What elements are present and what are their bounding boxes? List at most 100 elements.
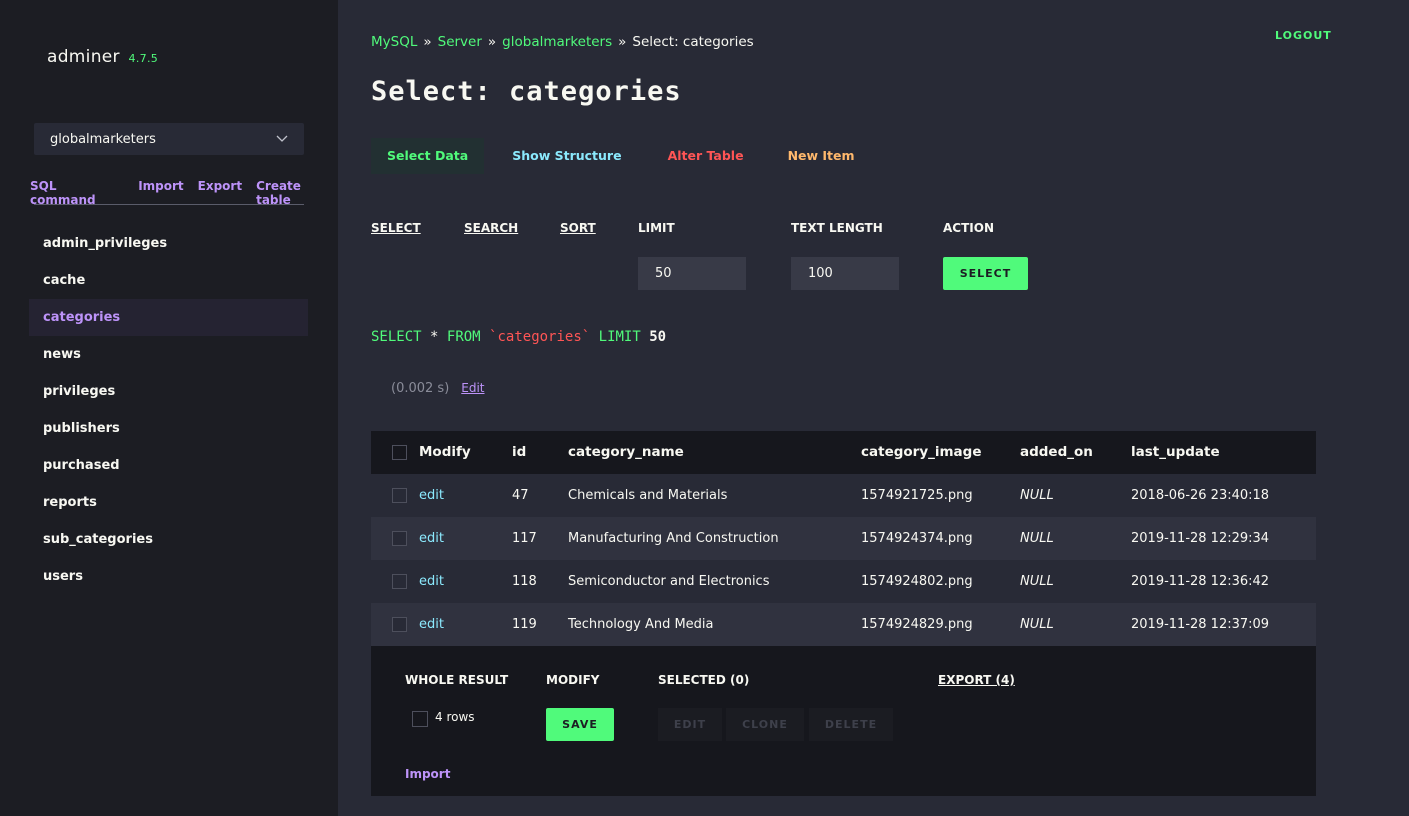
table-item-categories[interactable]: categories — [29, 299, 308, 336]
row-checkbox[interactable] — [392, 488, 407, 503]
limit-input[interactable]: 50 — [638, 257, 746, 290]
sql-keyword: LIMIT — [598, 329, 641, 345]
edit-selected-button[interactable]: EDIT — [658, 708, 722, 741]
row-edit-link[interactable]: edit — [419, 560, 444, 603]
clone-selected-button[interactable]: CLONE — [726, 708, 804, 741]
cell-added-on: NULL — [1020, 531, 1054, 546]
sort-toggle[interactable]: SORT — [560, 221, 596, 235]
create-table-link[interactable]: Create table — [256, 179, 338, 207]
row-count-label[interactable]: 4 rows — [435, 710, 475, 724]
table-item-users[interactable]: users — [29, 558, 308, 595]
breadcrumb-current: Select: categories — [632, 34, 754, 50]
save-button[interactable]: SAVE — [546, 708, 614, 741]
breadcrumb-database[interactable]: globalmarketers — [502, 34, 612, 50]
breadcrumb-separator: » — [487, 34, 497, 50]
sql-keyword: FROM — [446, 329, 481, 345]
row-edit-link[interactable]: edit — [419, 474, 444, 517]
app-brand[interactable]: adminer 4.7.5 — [47, 47, 158, 67]
modify-label: MODIFY — [546, 673, 600, 687]
cell-added-on: NULL — [1020, 574, 1054, 589]
tab-show-structure[interactable]: Show Structure — [496, 138, 637, 174]
cell-category-image: 1574921725.png — [861, 488, 973, 503]
table-row: edit 119 Technology And Media 1574924829… — [371, 603, 1316, 646]
column-header-last-update[interactable]: last_update — [1131, 431, 1220, 474]
table-row: edit 118 Semiconductor and Electronics 1… — [371, 560, 1316, 603]
row-checkbox[interactable] — [392, 574, 407, 589]
table-item-admin-privileges[interactable]: admin_privileges — [29, 225, 308, 262]
import-link[interactable]: Import — [138, 179, 183, 207]
breadcrumb-driver[interactable]: MySQL — [371, 34, 417, 50]
sql-limit: 50 — [649, 329, 667, 345]
sql-star: * — [430, 329, 439, 345]
cell-category-image: 1574924802.png — [861, 574, 973, 589]
table-item-sub-categories[interactable]: sub_categories — [29, 521, 308, 558]
sql-query: SELECT * FROM `categories` LIMIT 50 — [371, 329, 666, 345]
breadcrumb-server[interactable]: Server — [438, 34, 482, 50]
table-list: admin_privileges cache categories news p… — [29, 225, 308, 595]
search-toggle[interactable]: SEARCH — [464, 221, 518, 235]
select-button[interactable]: SELECT — [943, 257, 1028, 290]
cell-category-name: Semiconductor and Electronics — [568, 574, 770, 589]
column-header-modify: Modify — [419, 444, 471, 460]
column-header-category-image[interactable]: category_image — [861, 431, 982, 474]
action-tabs: Select Data Show Structure Alter Table N… — [371, 138, 871, 174]
cell-last-update: 2019-11-28 12:37:09 — [1131, 617, 1270, 632]
cell-category-name: Chemicals and Materials — [568, 488, 728, 503]
tab-new-item[interactable]: New Item — [772, 138, 871, 174]
select-all-checkbox[interactable] — [392, 445, 407, 460]
column-header-added-on[interactable]: added_on — [1020, 431, 1093, 474]
export-link[interactable]: Export — [198, 179, 242, 207]
action-label: ACTION — [943, 221, 994, 235]
row-checkbox[interactable] — [392, 531, 407, 546]
cell-id: 119 — [512, 617, 537, 632]
import-link[interactable]: Import — [405, 767, 450, 781]
cell-category-image: 1574924374.png — [861, 531, 973, 546]
sidebar-links: SQL command Import Export Create table — [30, 179, 338, 207]
delete-selected-button[interactable]: DELETE — [809, 708, 893, 741]
row-edit-link[interactable]: edit — [419, 517, 444, 560]
table-item-purchased[interactable]: purchased — [29, 447, 308, 484]
logout-button[interactable]: LOGOUT — [1275, 29, 1332, 42]
table-item-publishers[interactable]: publishers — [29, 410, 308, 447]
breadcrumb-separator: » — [423, 34, 432, 50]
table-item-cache[interactable]: cache — [29, 262, 308, 299]
whole-result-checkbox[interactable] — [412, 711, 428, 727]
table-header-row: Modify id category_name category_image a… — [371, 431, 1316, 474]
cell-last-update: 2018-06-26 23:40:18 — [1131, 488, 1270, 503]
text-length-input[interactable]: 100 — [791, 257, 899, 290]
database-select-value: globalmarketers — [50, 131, 156, 147]
table-item-news[interactable]: news — [29, 336, 308, 373]
database-select[interactable]: globalmarketers — [34, 123, 304, 155]
breadcrumb: MySQL » Server » globalmarketers » Select: cat… — [371, 34, 754, 50]
cell-category-name: Technology And Media — [568, 617, 714, 632]
cell-category-image: 1574924829.png — [861, 617, 973, 632]
cell-added-on: NULL — [1020, 617, 1054, 632]
sql-command-link[interactable]: SQL command — [30, 179, 124, 207]
cell-last-update: 2019-11-28 12:36:42 — [1131, 574, 1270, 589]
text-length-label: TEXT LENGTH — [791, 221, 883, 235]
table-item-reports[interactable]: reports — [29, 484, 308, 521]
sidebar-divider — [34, 204, 304, 205]
cell-last-update: 2019-11-28 12:29:34 — [1131, 531, 1270, 546]
selected-label: SELECTED (0) — [658, 673, 750, 687]
whole-result-label: WHOLE RESULT — [405, 673, 509, 687]
cell-added-on: NULL — [1020, 488, 1054, 503]
sidebar: adminer 4.7.5 globalmarketers SQL comman… — [0, 0, 338, 816]
row-edit-link[interactable]: edit — [419, 603, 444, 646]
sql-keyword: SELECT — [371, 329, 422, 345]
select-columns-toggle[interactable]: SELECT — [371, 221, 421, 235]
table-row: edit 47 Chemicals and Materials 15749217… — [371, 474, 1316, 517]
table-item-privileges[interactable]: privileges — [29, 373, 308, 410]
column-header-id[interactable]: id — [512, 431, 526, 474]
row-checkbox[interactable] — [392, 617, 407, 632]
page-title: Select: categories — [371, 76, 682, 107]
data-table: Modify id category_name category_image a… — [371, 431, 1316, 646]
tab-select-data[interactable]: Select Data — [371, 138, 485, 174]
app-name: adminer — [47, 47, 120, 67]
breadcrumb-separator: » — [618, 34, 627, 50]
column-header-category-name[interactable]: category_name — [568, 431, 684, 474]
cell-id: 118 — [512, 574, 537, 589]
tab-alter-table[interactable]: Alter Table — [652, 138, 760, 174]
edit-query-link[interactable]: Edit — [461, 381, 484, 395]
export-toggle[interactable]: EXPORT (4) — [938, 673, 1015, 687]
